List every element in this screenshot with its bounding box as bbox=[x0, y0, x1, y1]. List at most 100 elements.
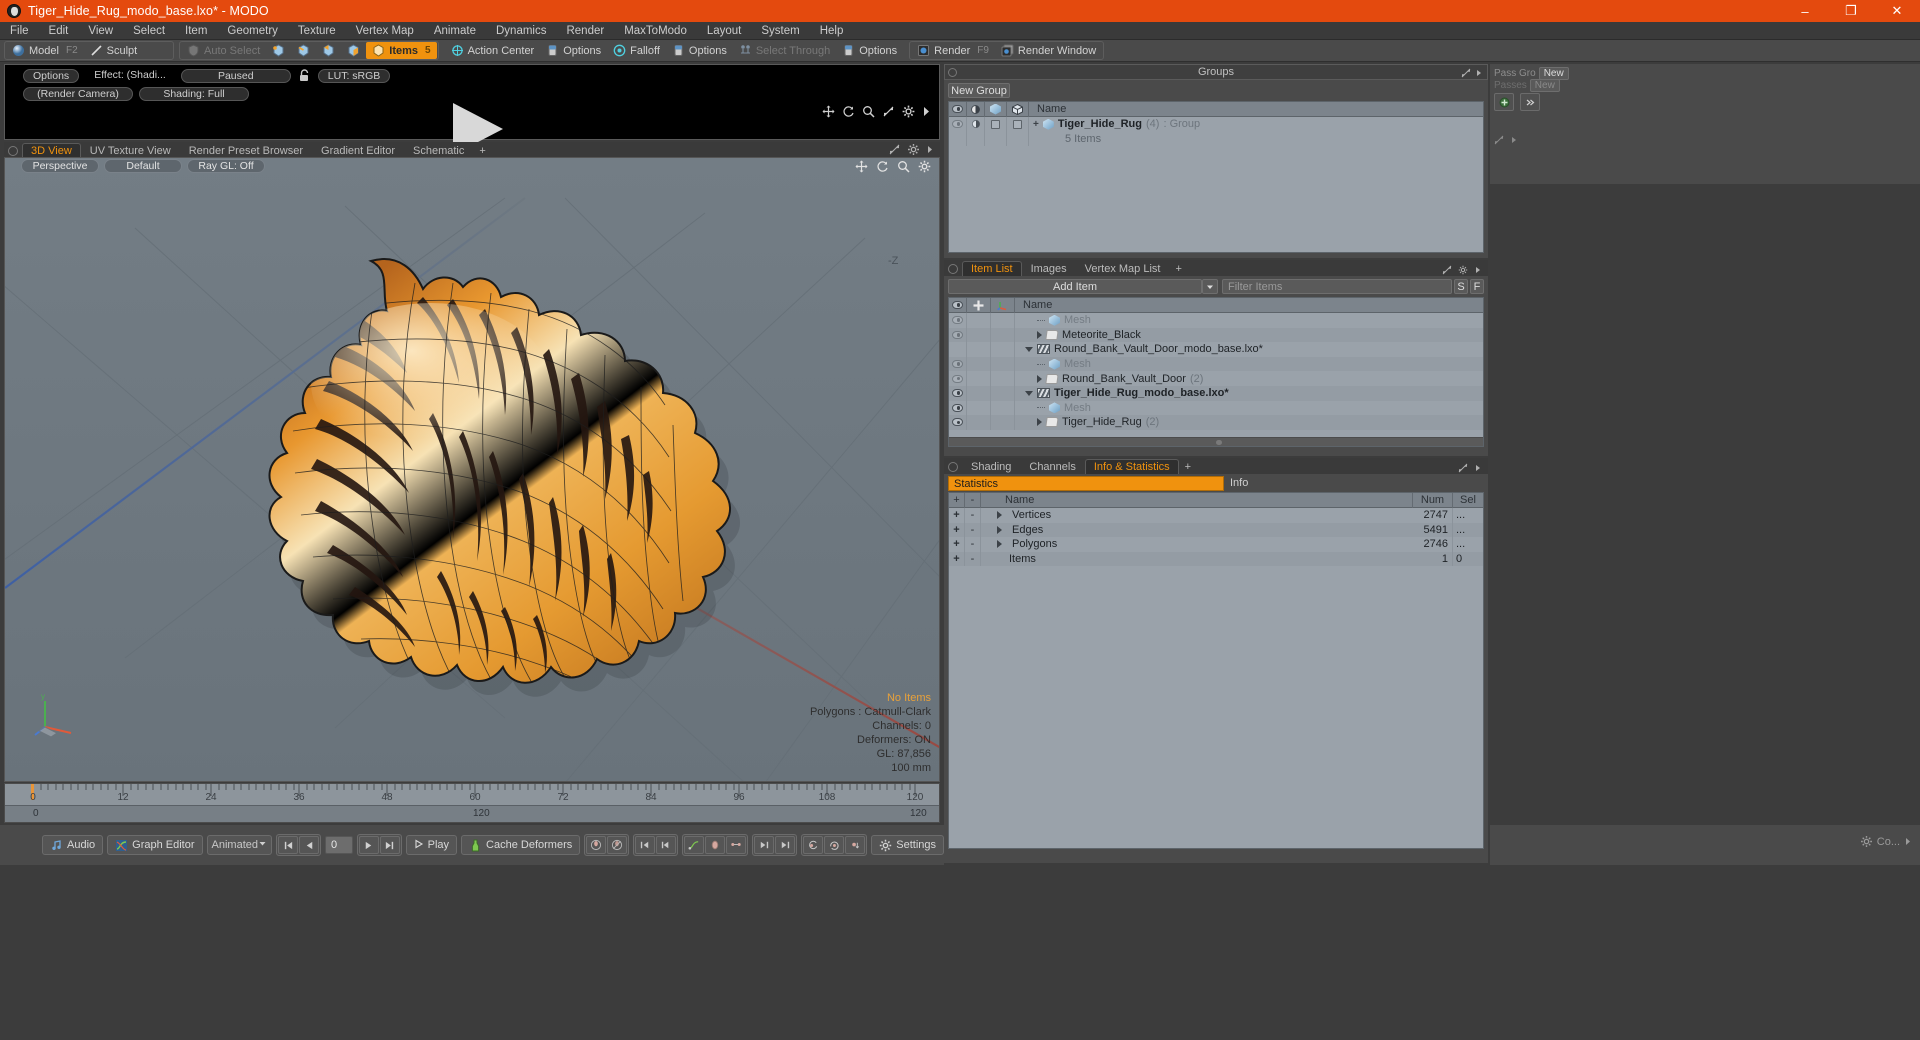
rotate-icon[interactable] bbox=[876, 160, 889, 173]
gear-icon[interactable] bbox=[1860, 835, 1873, 848]
play-button[interactable]: Play bbox=[405, 835, 458, 855]
maximize-button[interactable]: ❐ bbox=[1828, 0, 1874, 22]
group-expander[interactable]: + bbox=[1033, 119, 1039, 130]
tab-info-statistics[interactable]: Info & Statistics bbox=[1084, 459, 1179, 474]
stats-row-plus[interactable]: + bbox=[949, 537, 965, 552]
tab-schematic[interactable]: Schematic bbox=[404, 143, 473, 158]
list-item[interactable]: Tiger_Hide_Rug_modo_base.lxo* bbox=[949, 385, 1483, 401]
pass-expand-icon[interactable] bbox=[1494, 134, 1504, 145]
stats-row-minus[interactable]: - bbox=[965, 508, 981, 523]
menu-item-file[interactable]: File bbox=[0, 22, 39, 40]
tab-channels[interactable]: Channels bbox=[1020, 459, 1084, 474]
list-item[interactable]: Tiger_Hide_Rug (2) bbox=[949, 415, 1483, 430]
viewport-gear-icon[interactable] bbox=[918, 160, 931, 173]
render-effect-label[interactable]: Effect: (Shadi... bbox=[85, 69, 175, 83]
pass-group-new-button[interactable]: New bbox=[1538, 66, 1569, 80]
table-row[interactable]: 5 Items bbox=[949, 131, 1483, 147]
key-icon[interactable] bbox=[586, 836, 607, 854]
add-item-button[interactable]: Add Item bbox=[948, 279, 1202, 294]
menu-item-help[interactable]: Help bbox=[810, 22, 854, 40]
groups-arrow-icon[interactable] bbox=[1475, 68, 1483, 78]
cycle-icon[interactable] bbox=[824, 836, 845, 854]
table-row[interactable]: + - Items 1 0 bbox=[949, 551, 1483, 567]
groups-col-cube[interactable] bbox=[985, 101, 1007, 117]
menu-item-view[interactable]: View bbox=[78, 22, 123, 40]
move-icon[interactable] bbox=[822, 105, 835, 118]
eye-icon[interactable] bbox=[952, 418, 963, 427]
menu-item-layout[interactable]: Layout bbox=[697, 22, 752, 40]
chevron-icon[interactable] bbox=[1904, 835, 1912, 848]
sculpt-mode-button[interactable]: Sculpt bbox=[84, 42, 144, 59]
eye-icon[interactable] bbox=[952, 374, 963, 383]
item-list-gear-icon[interactable] bbox=[1458, 264, 1468, 275]
expander-icon[interactable] bbox=[1037, 330, 1042, 339]
menu-item-dynamics[interactable]: Dynamics bbox=[486, 22, 556, 40]
zoom-icon[interactable] bbox=[897, 160, 910, 173]
table-row[interactable]: + - Edges 5491 ... bbox=[949, 522, 1483, 538]
timeline-ruler[interactable]: 0 12 24 36 48 60 72 84 96 108 120 bbox=[5, 784, 939, 806]
item-list-menu-dot[interactable] bbox=[948, 264, 958, 274]
group-render-checkbox[interactable] bbox=[1013, 119, 1022, 129]
material-select-button[interactable] bbox=[341, 42, 366, 59]
eye-icon[interactable] bbox=[952, 360, 963, 369]
viewport-gear-icon[interactable] bbox=[907, 143, 920, 156]
passes-new-button[interactable]: New bbox=[1529, 78, 1560, 92]
eye-icon[interactable] bbox=[952, 120, 963, 129]
go-start-icon[interactable] bbox=[278, 836, 298, 854]
filter-s-button[interactable]: S bbox=[1454, 279, 1468, 294]
expander-icon[interactable] bbox=[1025, 390, 1033, 396]
eye-icon[interactable] bbox=[952, 330, 963, 339]
groups-expand-icon[interactable] bbox=[1461, 68, 1471, 78]
tab-render-preset-browser[interactable]: Render Preset Browser bbox=[180, 143, 312, 158]
menu-item-render[interactable]: Render bbox=[556, 22, 614, 40]
menu-item-vertex-map[interactable]: Vertex Map bbox=[346, 22, 424, 40]
item-col-axis[interactable] bbox=[991, 297, 1015, 313]
tab-uv-texture-view[interactable]: UV Texture View bbox=[81, 143, 180, 158]
eye-icon[interactable] bbox=[952, 389, 963, 398]
action-center-options-button[interactable]: Options bbox=[540, 42, 607, 59]
menu-item-select[interactable]: Select bbox=[123, 22, 175, 40]
timeline-range-bar[interactable]: 0 120 120 bbox=[5, 806, 939, 822]
viewport-projection-button[interactable]: Perspective bbox=[21, 159, 99, 173]
info-panel-expand-icon[interactable] bbox=[1458, 462, 1468, 473]
render-shading-button[interactable]: Shading: Full bbox=[139, 87, 249, 101]
menu-item-texture[interactable]: Texture bbox=[288, 22, 346, 40]
settings-button[interactable]: Settings bbox=[871, 835, 944, 855]
stats-row-minus[interactable]: - bbox=[965, 537, 981, 552]
tab-add[interactable]: + bbox=[1169, 261, 1187, 276]
pass-arrow-icon[interactable] bbox=[1510, 134, 1518, 144]
out-icon[interactable] bbox=[775, 836, 796, 854]
menu-item-animate[interactable]: Animate bbox=[424, 22, 486, 40]
graph-editor-button[interactable]: Graph Editor bbox=[107, 835, 203, 855]
tiger-hide-rug-model[interactable] bbox=[201, 253, 761, 713]
vertex-select-button[interactable] bbox=[266, 42, 291, 59]
cache-deformers-button[interactable]: Cache Deformers bbox=[461, 835, 581, 855]
go-end-icon[interactable] bbox=[379, 836, 400, 854]
ellipse-icon[interactable] bbox=[705, 836, 726, 854]
table-row[interactable]: + - Vertices 2747 ... bbox=[949, 508, 1483, 523]
item-list-hscrollbar[interactable] bbox=[949, 437, 1483, 446]
render-options-button[interactable]: Options bbox=[23, 68, 80, 83]
add-icon[interactable] bbox=[1494, 93, 1514, 111]
tab-item-list[interactable]: Item List bbox=[962, 261, 1022, 276]
filter-items-input[interactable]: Filter Items bbox=[1222, 279, 1452, 294]
tab-vertex-map-list[interactable]: Vertex Map List bbox=[1076, 261, 1170, 276]
next-key-icon[interactable] bbox=[656, 836, 677, 854]
table-row[interactable]: + - Polygons 2746 ... bbox=[949, 537, 1483, 552]
select-through-options-button[interactable]: Options bbox=[836, 42, 903, 59]
unlock-icon[interactable] bbox=[297, 68, 312, 83]
tab-add[interactable]: + bbox=[1179, 459, 1197, 474]
expander-icon[interactable] bbox=[1025, 346, 1033, 352]
list-item[interactable]: Round_Bank_Vault_Door (2) bbox=[949, 371, 1483, 386]
polygon-select-button[interactable] bbox=[316, 42, 341, 59]
render-window-button[interactable]: Render Window bbox=[995, 42, 1102, 59]
current-frame-field[interactable]: 0 bbox=[325, 836, 353, 854]
tab-3d-view[interactable]: 3D View bbox=[22, 143, 81, 158]
add-item-dropdown[interactable] bbox=[1202, 279, 1218, 294]
info-panel-menu-dot[interactable] bbox=[948, 462, 958, 472]
stats-row-plus[interactable]: + bbox=[949, 551, 965, 567]
rotate-key-icon[interactable] bbox=[803, 836, 824, 854]
arrow-icon[interactable] bbox=[1520, 93, 1540, 111]
3d-viewport[interactable]: Perspective Default Ray GL: Off -Z y No … bbox=[4, 157, 940, 782]
list-item[interactable]: Mesh bbox=[949, 356, 1483, 372]
